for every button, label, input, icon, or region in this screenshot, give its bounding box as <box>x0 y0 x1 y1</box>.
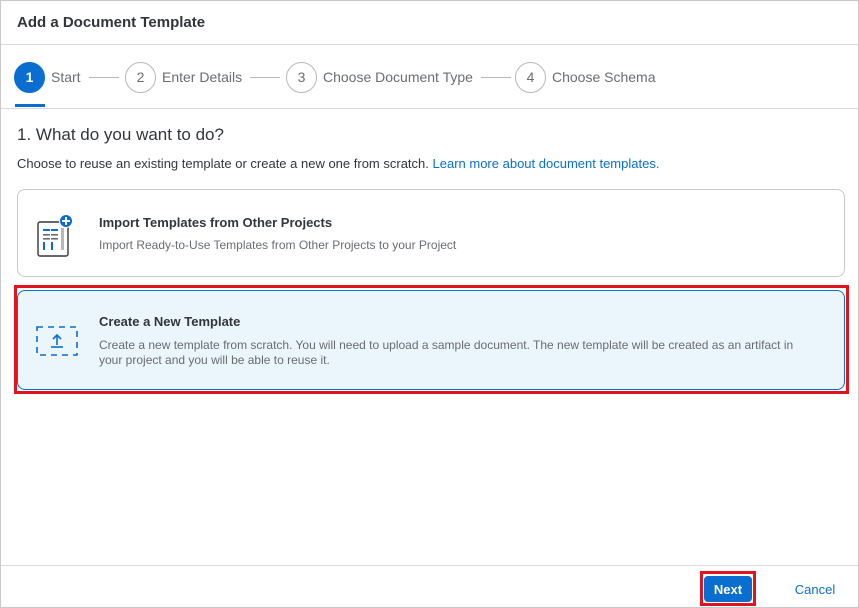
next-button[interactable]: Next <box>704 576 752 602</box>
page-question: 1. What do you want to do? <box>17 125 224 144</box>
create-new-template-option[interactable]: Create a New Template Create a new templ… <box>17 290 845 390</box>
subtitle-text: Choose to reuse an existing template or … <box>17 156 429 171</box>
wizard-step-choose-document-type[interactable]: 3 Choose Document Type <box>286 61 511 93</box>
import-option-description: Import Ready-to-Use Templates from Other… <box>99 238 457 252</box>
create-option-title: Create a New Template <box>99 314 241 329</box>
step-label: Choose Schema <box>552 69 656 85</box>
dialog-title: Add a Document Template <box>17 14 206 31</box>
step-number: 1 <box>14 61 45 93</box>
upload-icon <box>36 326 78 361</box>
page-subtitle: Choose to reuse an existing template or … <box>17 156 847 171</box>
import-templates-option[interactable]: Import Templates from Other Projects Imp… <box>17 189 845 277</box>
step-separator <box>88 76 119 78</box>
step-number: 2 <box>125 61 156 93</box>
main-content: 1. What do you want to do? Choose to reu… <box>17 125 847 171</box>
import-option-title: Import Templates from Other Projects <box>99 215 333 230</box>
step-number: 4 <box>515 61 546 93</box>
cancel-button[interactable]: Cancel <box>781 576 849 602</box>
create-option-description: Create a new template from scratch. You … <box>99 338 794 367</box>
wizard-step-start[interactable]: 1 Start <box>14 61 119 93</box>
learn-more-link[interactable]: Learn more about document templates. <box>433 156 660 171</box>
step-separator <box>250 76 281 78</box>
step-label: Enter Details <box>162 69 243 85</box>
document-add-icon <box>36 214 76 263</box>
step-number: 3 <box>286 61 317 93</box>
wizard-step-choose-schema[interactable]: 4 Choose Schema <box>515 61 656 93</box>
active-step-indicator <box>15 104 45 107</box>
wizard-step-enter-details[interactable]: 2 Enter Details <box>125 61 281 93</box>
dialog-header: Add a Document Template <box>1 1 858 45</box>
step-label: Choose Document Type <box>323 69 473 85</box>
step-label: Start <box>51 69 81 85</box>
dialog-footer: Next Cancel <box>1 565 858 608</box>
step-separator <box>480 76 511 78</box>
add-document-template-dialog: Add a Document Template 1 Start 2 Enter … <box>0 0 859 608</box>
wizard-progress: 1 Start 2 Enter Details 3 Choose Documen… <box>1 45 858 109</box>
